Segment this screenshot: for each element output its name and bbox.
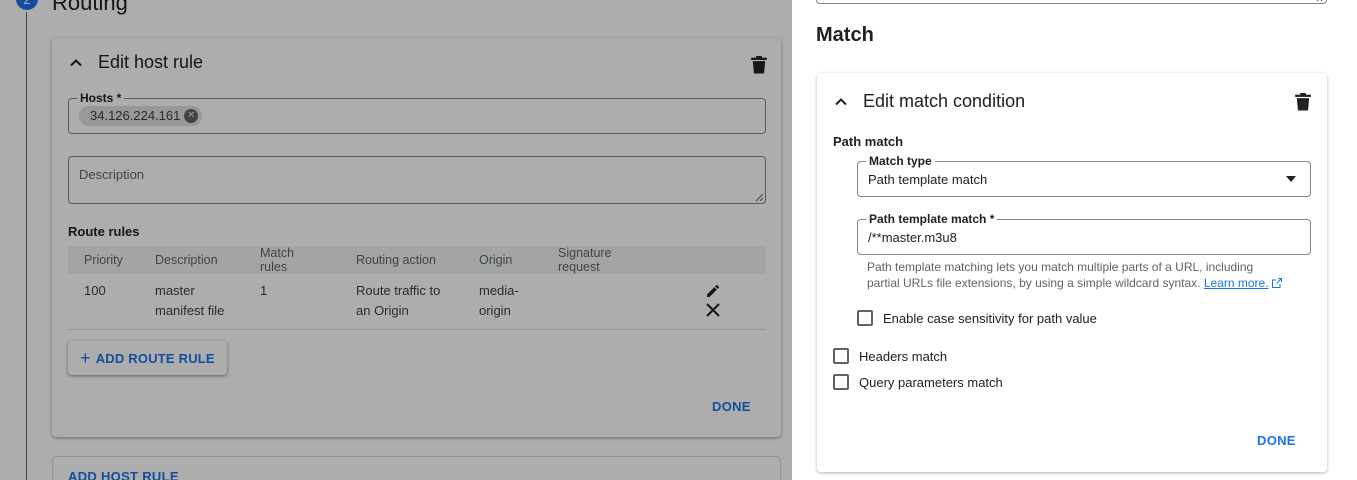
add-route-rule-button[interactable]: + ADD ROUTE RULE — [68, 341, 227, 375]
chevron-up-icon[interactable] — [831, 92, 851, 112]
headers-match-label: Headers match — [859, 348, 948, 364]
path-template-helper: Path template matching lets you match mu… — [867, 259, 1287, 291]
plus-icon: + — [80, 347, 91, 368]
route-rules-label: Route rules — [68, 224, 140, 239]
headers-match-checkbox[interactable] — [833, 348, 849, 364]
match-type-select[interactable]: Match type Path template match — [857, 154, 1311, 197]
host-chip[interactable]: 34.126.224.161 ✕ — [79, 106, 203, 126]
table-row: 100 master manifest file 1 Route traffic… — [68, 274, 766, 330]
path-match-label: Path match — [833, 134, 904, 149]
add-host-rule-button[interactable]: ADD HOST RULE — [68, 469, 179, 480]
description-textarea[interactable]: Description — [68, 156, 766, 204]
resize-handle-icon[interactable] — [1316, 0, 1324, 1]
route-rules-table: Priority Description Match rules Routing… — [68, 246, 766, 330]
query-params-label: Query parameters match — [859, 374, 1003, 390]
host-chip-label: 34.126.224.161 — [90, 108, 181, 123]
description-placeholder: Description — [79, 167, 145, 182]
column-header[interactable]: Routing action — [340, 246, 463, 274]
delete-host-rule-icon[interactable] — [751, 56, 767, 74]
host-rule-card: Edit host rule Hosts * 34.126.224.161 ✕ … — [52, 38, 781, 437]
match-side-panel: Match Edit match condition Path match Ma… — [792, 0, 1357, 480]
cell-signature-request — [542, 274, 660, 330]
column-header[interactable]: Priority — [68, 246, 139, 274]
column-header[interactable]: Description — [139, 246, 244, 274]
hosts-field[interactable]: Hosts * 34.126.224.161 ✕ — [68, 91, 766, 134]
headers-match-row[interactable]: Headers match — [833, 348, 947, 364]
case-sensitivity-checkbox[interactable] — [857, 310, 873, 326]
match-type-value: Path template match — [868, 172, 988, 187]
external-link-icon[interactable] — [1271, 278, 1282, 288]
add-route-rule-label: ADD ROUTE RULE — [95, 350, 215, 366]
chevron-up-icon[interactable] — [66, 53, 86, 73]
chip-remove-icon[interactable]: ✕ — [184, 109, 199, 123]
close-icon[interactable] — [706, 303, 720, 317]
add-host-rule-card: ADD HOST RULE — [52, 456, 781, 480]
cell-match-rules: 1 — [244, 274, 340, 330]
host-rule-card-header[interactable]: Edit host rule — [66, 52, 203, 73]
step-number-badge: 2 — [16, 0, 38, 10]
hosts-label: Hosts * — [77, 91, 125, 105]
table-header-row: Priority Description Match rules Routing… — [68, 246, 766, 274]
match-condition-done-button[interactable]: DONE — [1257, 433, 1296, 448]
host-rule-title: Edit host rule — [98, 52, 204, 72]
delete-match-condition-icon[interactable] — [1295, 93, 1311, 111]
background-page: 2 Routing Edit host rule Hosts * 34.126.… — [0, 0, 792, 480]
host-rule-done-button[interactable]: DONE — [712, 399, 751, 414]
cell-description: master manifest file — [139, 274, 244, 330]
dropdown-arrow-icon — [1286, 176, 1296, 182]
cell-routing-action: Route traffic to an Origin — [340, 274, 463, 330]
column-header[interactable]: Signature request — [542, 246, 660, 274]
cell-actions — [660, 274, 766, 330]
path-template-value: /**master.m3u8 — [868, 230, 957, 245]
path-template-input[interactable]: Path template match * /**master.m3u8 — [857, 212, 1311, 255]
cell-priority: 100 — [68, 274, 139, 330]
learn-more-link[interactable]: Learn more. — [1204, 276, 1269, 290]
previous-textarea-field[interactable] — [816, 0, 1327, 4]
match-condition-card: Edit match condition Path match Match ty… — [817, 73, 1327, 472]
resize-handle-icon[interactable] — [755, 193, 763, 201]
query-params-checkbox[interactable] — [833, 374, 849, 390]
query-params-row[interactable]: Query parameters match — [833, 374, 1003, 390]
case-sensitivity-label: Enable case sensitivity for path value — [883, 310, 1097, 326]
match-condition-header[interactable]: Edit match condition — [831, 91, 1025, 112]
case-sensitivity-row[interactable]: Enable case sensitivity for path value — [857, 310, 1097, 326]
match-condition-title: Edit match condition — [863, 91, 1026, 111]
step-title: Routing — [52, 0, 128, 15]
path-template-label: Path template match * — [866, 212, 998, 226]
helper-text: Path template matching lets you match mu… — [867, 260, 1254, 290]
column-header[interactable]: Match rules — [244, 246, 340, 274]
cell-origin: media-origin — [463, 274, 542, 330]
match-type-label: Match type — [866, 154, 935, 168]
column-header-actions — [660, 246, 766, 274]
edit-pencil-icon[interactable] — [705, 283, 721, 299]
step-connector-line — [26, 12, 27, 480]
column-header[interactable]: Origin — [463, 246, 542, 274]
match-heading: Match — [816, 24, 874, 46]
